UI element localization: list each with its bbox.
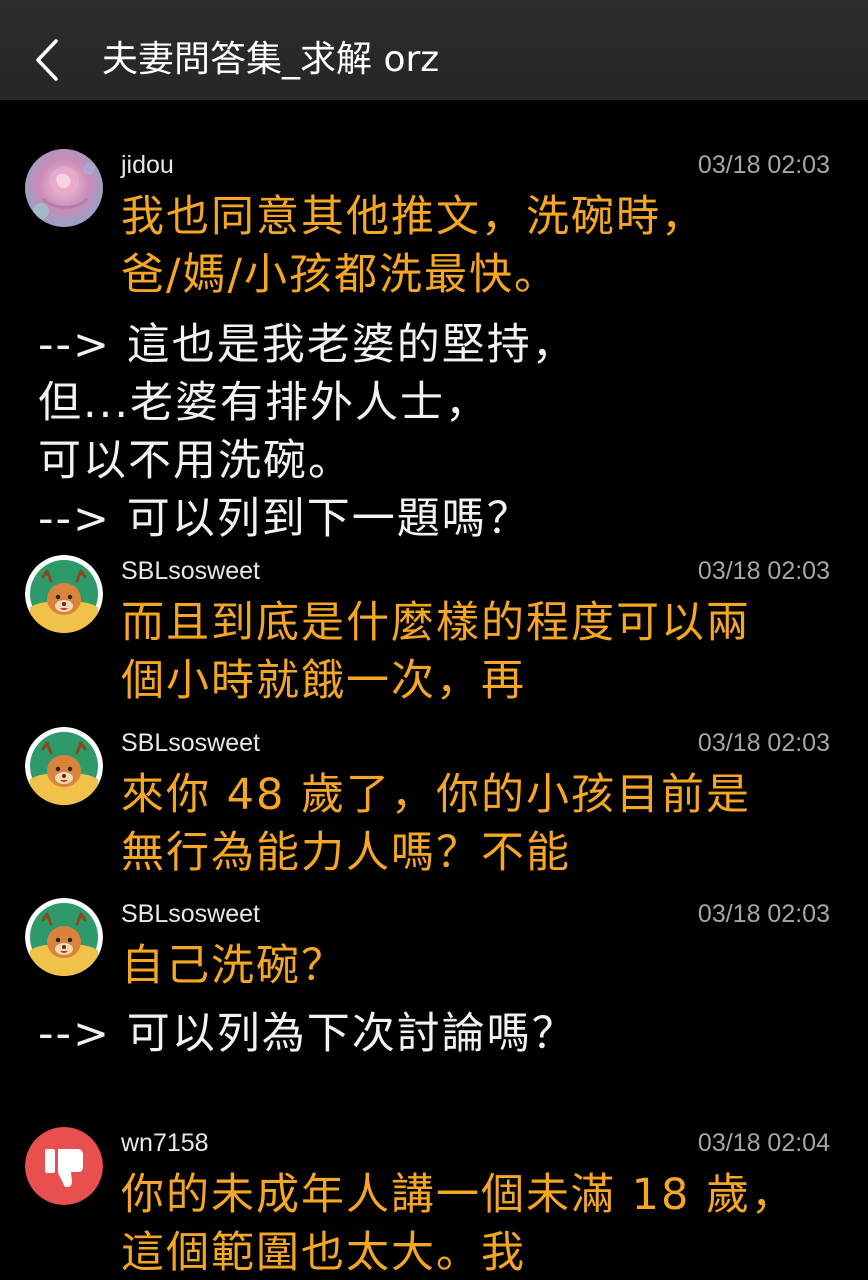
comment-time: 03/18 02:03 (697, 900, 830, 928)
chevron-left-icon (22, 39, 72, 94)
deer-avatar[interactable] (25, 727, 103, 805)
reply-line: --> 可以列到下一題嗎？ (38, 494, 532, 544)
author-reply: --> 可以列為下次討論嗎？ (38, 1005, 577, 1063)
comment-text: 而且到底是什麼樣的程度可以兩 個小時就餓一次，再 (121, 594, 751, 710)
back-button[interactable] (22, 30, 72, 90)
comment-line: 爸/媽/小孩都洗最快。 (121, 250, 559, 300)
comment-author[interactable]: jidou (121, 150, 174, 180)
deer-avatar[interactable] (25, 898, 103, 976)
comment-text: 我也同意其他推文，洗碗時， 爸/媽/小孩都洗最快。 (121, 188, 706, 304)
comment-line: 無行為能力人嗎？不能 (121, 828, 571, 878)
author-reply: --> 這也是我老婆的堅持， 但...老婆有排外人士， 可以不用洗碗。 --> … (38, 316, 577, 548)
top-bar: 夫妻問答集_求解 orz (0, 0, 868, 100)
article-screen: 夫妻問答集_求解 orz jidou 03/18 02:03 我也同意其他推文，… (0, 0, 868, 1280)
reply-line: 可以不用洗碗。 (38, 436, 353, 486)
comment-author[interactable]: SBLsosweet (121, 899, 260, 929)
rose-avatar[interactable] (25, 149, 103, 227)
comment-line: 來你 48 歲了，你的小孩目前是 (121, 770, 752, 820)
comment-author[interactable]: SBLsosweet (121, 556, 260, 586)
comment-time: 03/18 02:03 (697, 151, 830, 179)
deer-avatar[interactable] (25, 555, 103, 633)
comment-time: 03/18 02:04 (697, 1129, 830, 1157)
comment-text: 自己洗碗？ (121, 937, 346, 995)
comment-line: 自己洗碗？ (121, 941, 346, 991)
comment-line: 我也同意其他推文，洗碗時， (121, 192, 706, 242)
comment-line: 這個範圍也太大。我 (121, 1228, 526, 1278)
comment-text: 你的未成年人講一個未滿 18 歲， 這個範圍也太大。我 (121, 1166, 796, 1280)
comment-line: 你的未成年人講一個未滿 18 歲， (121, 1170, 797, 1220)
comment-time: 03/18 02:03 (697, 729, 830, 757)
page-title: 夫妻問答集_求解 orz (102, 39, 440, 80)
reply-line: 但...老婆有排外人士， (38, 378, 491, 428)
comment-line: 而且到底是什麼樣的程度可以兩 (121, 598, 751, 648)
reply-line: --> 這也是我老婆的堅持， (38, 320, 577, 370)
reply-line: --> 可以列為下次討論嗎？ (38, 1009, 577, 1059)
thumbs-down-avatar[interactable] (25, 1127, 103, 1205)
comment-author[interactable]: wn7158 (121, 1128, 209, 1158)
comment-line: 個小時就餓一次，再 (121, 656, 526, 706)
comment-text: 來你 48 歲了，你的小孩目前是 無行為能力人嗎？不能 (121, 766, 751, 882)
comment-time: 03/18 02:03 (697, 557, 830, 585)
comment-author[interactable]: SBLsosweet (121, 728, 260, 758)
